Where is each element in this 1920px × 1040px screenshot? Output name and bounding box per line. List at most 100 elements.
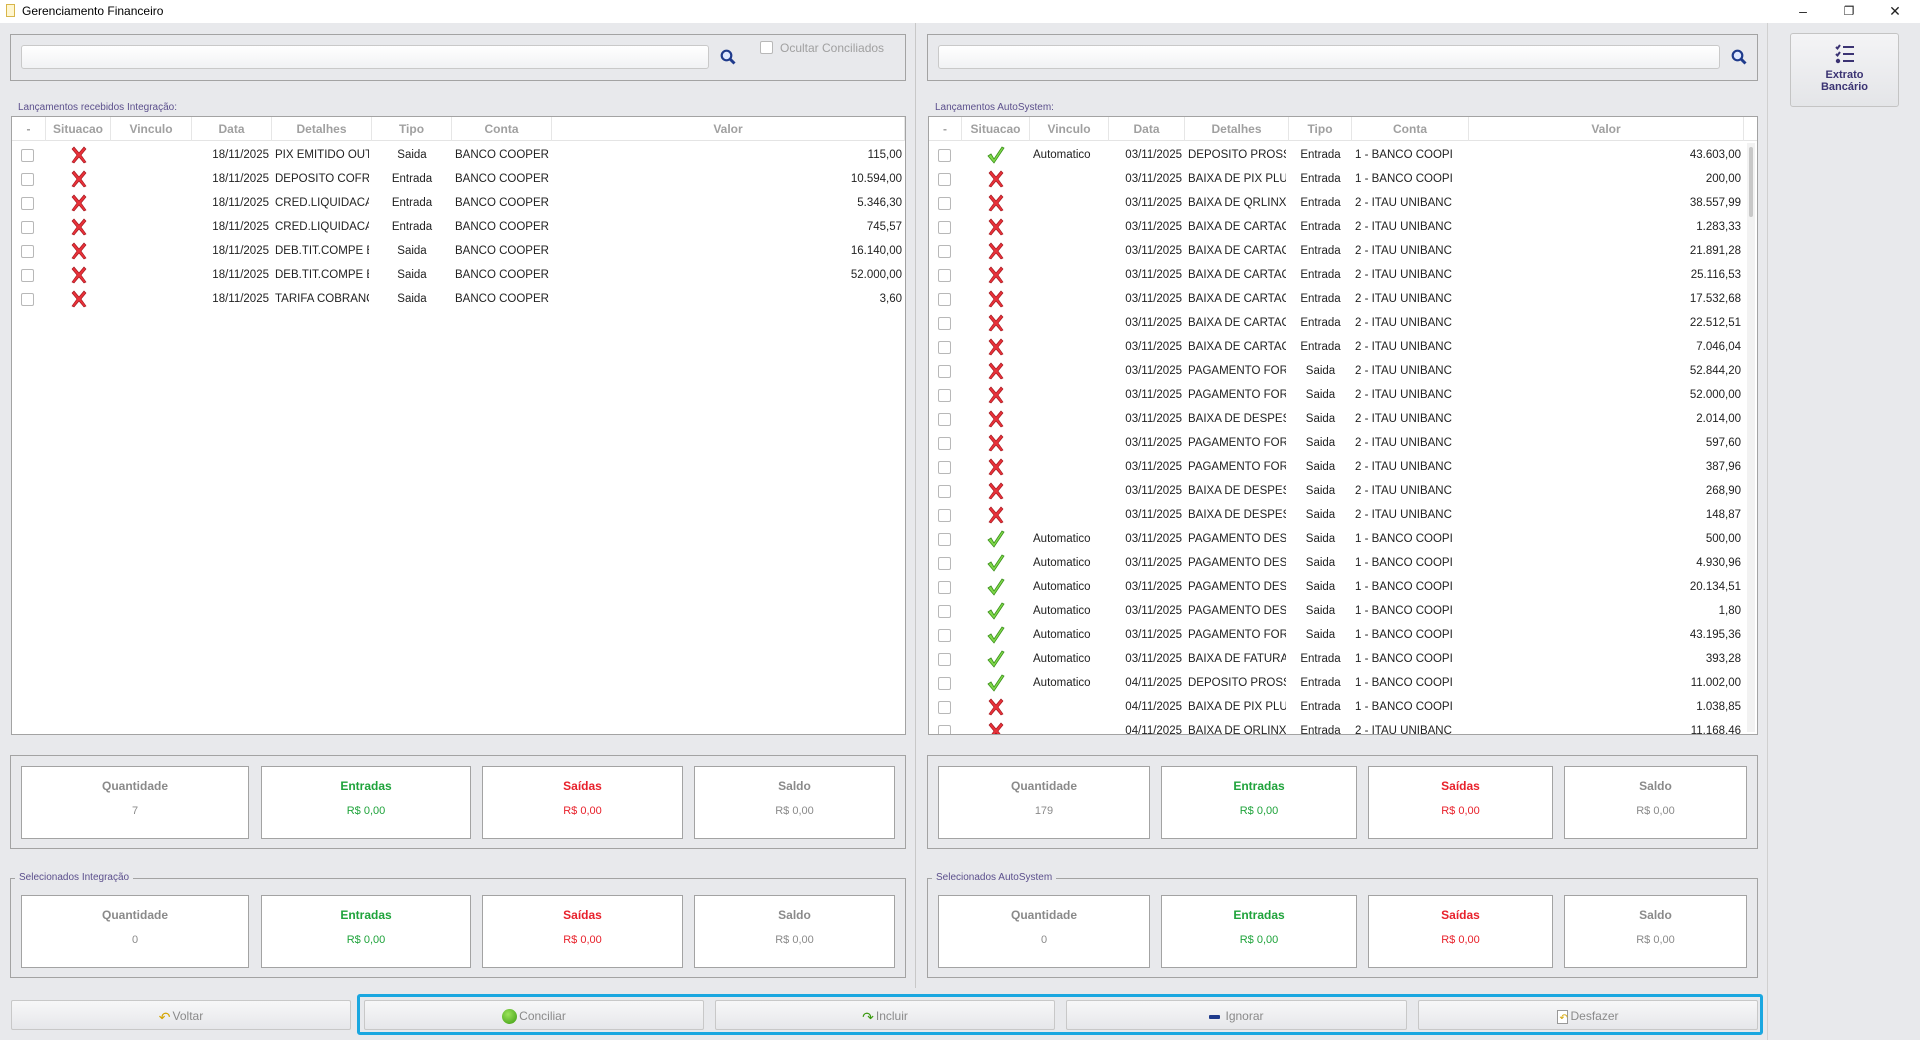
table-row[interactable]: 03/11/2025 BAIXA DE CARTAC Entrada 2 - ITAU… xyxy=(929,239,1757,263)
extrato-bancario-button[interactable]: Extrato Bancário xyxy=(1790,33,1899,107)
column-header-data[interactable]: Data xyxy=(1109,117,1185,141)
row-checkbox[interactable] xyxy=(21,293,34,306)
row-checkbox[interactable] xyxy=(938,365,951,378)
column-header-conta[interactable]: Conta xyxy=(452,117,552,141)
row-checkbox[interactable] xyxy=(21,245,34,258)
table-row[interactable]: 03/11/2025 BAIXA DE QRLINX Entrada 2 - ITAU… xyxy=(929,191,1757,215)
table-row[interactable]: 18/11/2025 CRED.LIQUIDACA(Entrada BANCO CO… xyxy=(12,215,905,239)
row-checkbox[interactable] xyxy=(21,197,34,210)
row-checkbox[interactable] xyxy=(21,149,34,162)
table-row[interactable]: Automatico 03/11/2025 DEPOSITO PROSSI Entra… xyxy=(929,143,1757,167)
row-checkbox[interactable] xyxy=(938,701,951,714)
row-checkbox[interactable] xyxy=(938,293,951,306)
x-icon xyxy=(46,239,111,263)
scrollbar[interactable] xyxy=(1747,143,1755,732)
table-row[interactable]: 03/11/2025 BAIXA DE CARTAC Entrada 2 - ITAU… xyxy=(929,311,1757,335)
desfazer-button[interactable]: ↶ Desfazer xyxy=(1418,1000,1758,1030)
row-checkbox[interactable] xyxy=(938,413,951,426)
table-row[interactable]: 03/11/2025 BAIXA DE CARTAC Entrada 2 - ITAU… xyxy=(929,335,1757,359)
row-checkbox[interactable] xyxy=(938,533,951,546)
table-row[interactable]: 03/11/2025 PAGAMENTO FOR Saida 2 - ITAU UNI… xyxy=(929,431,1757,455)
table-row[interactable]: 03/11/2025 BAIXA DE CARTAC Entrada 2 - ITAU… xyxy=(929,263,1757,287)
table-row[interactable]: 03/11/2025 PAGAMENTO FOR Saida 2 - ITAU UNI… xyxy=(929,383,1757,407)
row-checkbox[interactable] xyxy=(938,509,951,522)
row-checkbox[interactable] xyxy=(938,725,951,734)
table-row[interactable]: 04/11/2025 BAIXA DE PIX PLU Entrada 1 - BAN… xyxy=(929,695,1757,719)
ignorar-button[interactable]: Ignorar xyxy=(1066,1000,1407,1030)
conciliar-button[interactable]: Conciliar xyxy=(364,1000,704,1030)
column-header-vinculo[interactable]: Vinculo xyxy=(111,117,192,141)
table-row[interactable]: 18/11/2025 DEB.TIT.COMPE EI Saida BANCO COO… xyxy=(12,239,905,263)
right-search-input[interactable] xyxy=(938,45,1720,69)
row-checkbox[interactable] xyxy=(938,221,951,234)
table-row[interactable]: Automatico 04/11/2025 DEPOSITO PROSSI Entra… xyxy=(929,671,1757,695)
column-header-select[interactable]: - xyxy=(929,117,962,141)
table-row[interactable]: Automatico 03/11/2025 BAIXA DE FATURA Entra… xyxy=(929,647,1757,671)
column-header-situacao[interactable]: Situacao xyxy=(962,117,1030,141)
close-button[interactable]: ✕ xyxy=(1880,2,1910,20)
table-row[interactable]: 03/11/2025 BAIXA DE CARTAC Entrada 2 - ITAU… xyxy=(929,287,1757,311)
row-checkbox[interactable] xyxy=(938,341,951,354)
column-header-select[interactable]: - xyxy=(12,117,46,141)
row-checkbox[interactable] xyxy=(938,389,951,402)
table-row[interactable]: Automatico 03/11/2025 PAGAMENTO DES Saida 1 … xyxy=(929,599,1757,623)
row-checkbox[interactable] xyxy=(938,677,951,690)
row-checkbox[interactable] xyxy=(938,629,951,642)
row-checkbox[interactable] xyxy=(938,269,951,282)
row-checkbox[interactable] xyxy=(938,605,951,618)
column-header-conta[interactable]: Conta xyxy=(1352,117,1469,141)
table-row[interactable]: 03/11/2025 BAIXA DE DESPES. Saida 2 - ITAU … xyxy=(929,503,1757,527)
row-checkbox[interactable] xyxy=(938,437,951,450)
row-checkbox[interactable] xyxy=(938,461,951,474)
column-header-detalhes[interactable]: Detalhes xyxy=(272,117,372,141)
x-icon xyxy=(962,191,1030,215)
row-checkbox[interactable] xyxy=(938,581,951,594)
column-header-detalhes[interactable]: Detalhes xyxy=(1185,117,1289,141)
table-row[interactable]: 03/11/2025 BAIXA DE CARTAC Entrada 2 - ITAU… xyxy=(929,215,1757,239)
table-row[interactable]: Automatico 03/11/2025 PAGAMENTO DES Saida 1 … xyxy=(929,527,1757,551)
table-row[interactable]: 03/11/2025 BAIXA DE DESPES. Saida 2 - ITAU … xyxy=(929,407,1757,431)
ignorar-label: Ignorar xyxy=(1225,1009,1264,1023)
row-checkbox[interactable] xyxy=(938,149,951,162)
table-row[interactable]: 04/11/2025 BAIXA DE QRLINX Entrada 2 - ITAU… xyxy=(929,719,1757,734)
row-checkbox[interactable] xyxy=(938,317,951,330)
row-checkbox[interactable] xyxy=(938,485,951,498)
row-checkbox[interactable] xyxy=(938,653,951,666)
table-row[interactable]: 03/11/2025 PAGAMENTO FOR Saida 2 - ITAU UNI… xyxy=(929,359,1757,383)
column-header-tipo[interactable]: Tipo xyxy=(372,117,452,141)
table-row[interactable]: Automatico 03/11/2025 PAGAMENTO DES Saida 1 … xyxy=(929,575,1757,599)
table-row[interactable]: Automatico 03/11/2025 PAGAMENTO DES Saida 1 … xyxy=(929,551,1757,575)
voltar-button[interactable]: ↶ Voltar xyxy=(11,1000,351,1030)
green-dot-icon xyxy=(502,1009,518,1025)
row-checkbox[interactable] xyxy=(938,197,951,210)
column-header-valor[interactable]: Valor xyxy=(1469,117,1744,141)
table-row[interactable]: 18/11/2025 PIX EMITIDO OUTI Saida BANCO COO… xyxy=(12,143,905,167)
table-row[interactable]: 03/11/2025 BAIXA DE PIX PLU Entrada 1 - BAN… xyxy=(929,167,1757,191)
column-header-situacao[interactable]: Situacao xyxy=(46,117,111,141)
column-header-valor[interactable]: Valor xyxy=(552,117,905,141)
row-checkbox[interactable] xyxy=(938,557,951,570)
row-checkbox[interactable] xyxy=(21,173,34,186)
column-header-tipo[interactable]: Tipo xyxy=(1289,117,1352,141)
row-checkbox[interactable] xyxy=(21,221,34,234)
minimize-button[interactable]: – xyxy=(1788,2,1818,20)
column-header-data[interactable]: Data xyxy=(192,117,272,141)
row-checkbox[interactable] xyxy=(938,245,951,258)
row-checkbox[interactable] xyxy=(938,173,951,186)
table-row[interactable]: 18/11/2025 TARIFA COBRANC Saida BANCO COOPE… xyxy=(12,287,905,311)
restore-button[interactable]: ❐ xyxy=(1834,2,1864,20)
row-checkbox[interactable] xyxy=(21,269,34,282)
table-row[interactable]: 18/11/2025 DEPOSITO COFRE Entrada BANCO COO… xyxy=(12,167,905,191)
table-row[interactable]: 18/11/2025 CRED.LIQUIDACA(Entrada BANCO CO… xyxy=(12,191,905,215)
scrollbar-thumb[interactable] xyxy=(1749,147,1753,217)
incluir-button[interactable]: ↷ Incluir xyxy=(715,1000,1055,1030)
left-search-input[interactable] xyxy=(21,45,709,69)
table-row[interactable]: 03/11/2025 PAGAMENTO FOR Saida 2 - ITAU UNI… xyxy=(929,455,1757,479)
table-row[interactable]: Automatico 03/11/2025 PAGAMENTO FOR Saida 1 … xyxy=(929,623,1757,647)
table-row[interactable]: 03/11/2025 BAIXA DE DESPES. Saida 2 - ITAU … xyxy=(929,479,1757,503)
table-row[interactable]: 18/11/2025 DEB.TIT.COMPE EI Saida BANCO COO… xyxy=(12,263,905,287)
column-header-vinculo[interactable]: Vinculo xyxy=(1030,117,1109,141)
hide-reconciled-checkbox[interactable] xyxy=(760,41,773,54)
search-icon[interactable] xyxy=(1731,49,1747,65)
search-icon[interactable] xyxy=(720,49,736,65)
